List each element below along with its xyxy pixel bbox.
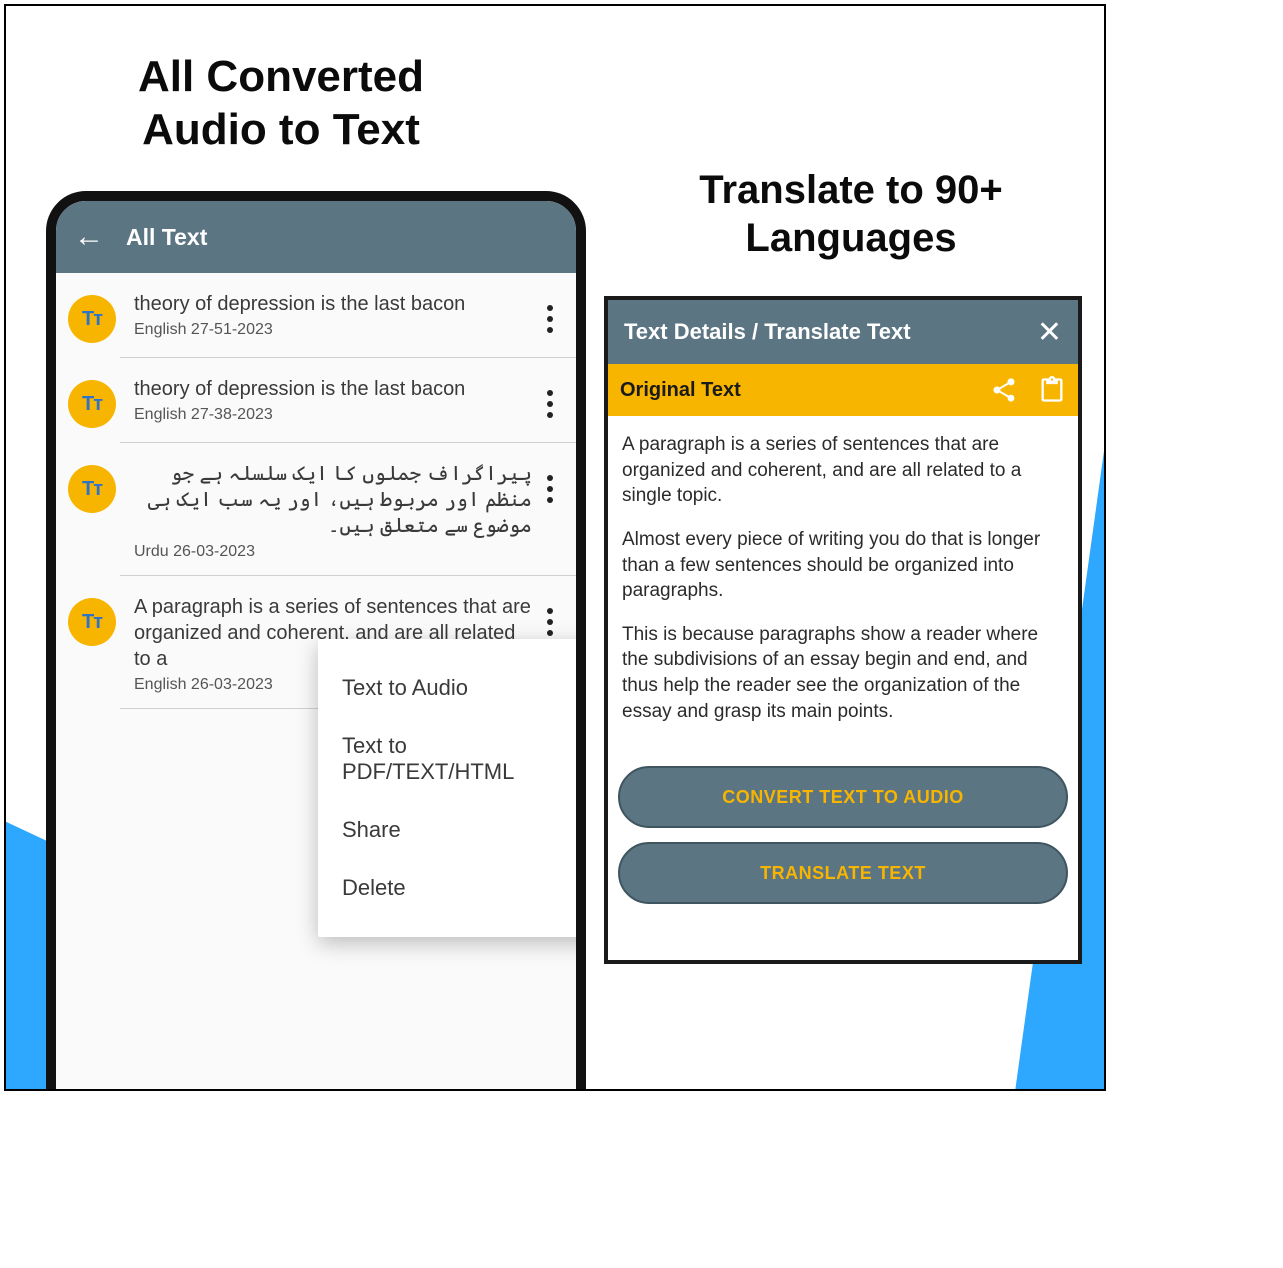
overflow-menu-icon[interactable] xyxy=(540,469,560,509)
paragraph-3: This is because paragraphs show a reader… xyxy=(622,622,1064,725)
heading-left-line1: All Converted xyxy=(138,52,424,101)
list-item-meta: English 27-38-2023 xyxy=(134,406,532,424)
panel-header-title: Text Details / Translate Text xyxy=(624,319,911,345)
text-avatar-icon: Tᴛ xyxy=(68,465,116,513)
back-arrow-icon[interactable]: ← xyxy=(74,222,104,252)
list-item-title: theory of depression is the last bacon xyxy=(134,376,532,402)
overflow-menu-icon[interactable] xyxy=(540,299,560,339)
list-item[interactable]: Tᴛ theory of depression is the last baco… xyxy=(56,358,576,442)
text-avatar-icon: Tᴛ xyxy=(68,380,116,428)
panel-header: Text Details / Translate Text ✕ xyxy=(608,300,1078,364)
heading-left-line2: Audio to Text xyxy=(142,105,420,154)
list-item[interactable]: Tᴛ پیراگراف جملوں کا ایک سلسلہ ہے جو منظ… xyxy=(56,443,576,575)
list-item-title: theory of depression is the last bacon xyxy=(134,291,532,317)
context-menu-popup: Text to Audio Text to PDF/TEXT/HTML Shar… xyxy=(318,639,586,937)
share-icon[interactable] xyxy=(990,376,1018,404)
section-bar: Original Text xyxy=(608,364,1078,416)
overflow-menu-icon[interactable] xyxy=(540,602,560,642)
list-item-texts: theory of depression is the last bacon E… xyxy=(134,291,562,339)
clipboard-icon[interactable] xyxy=(1038,376,1066,404)
menu-item-share[interactable]: Share xyxy=(318,801,586,859)
text-avatar-icon: Tᴛ xyxy=(68,295,116,343)
list-item-meta: Urdu 26-03-2023 xyxy=(134,543,532,561)
convert-text-to-audio-button[interactable]: CONVERT TEXT TO AUDIO xyxy=(618,766,1068,828)
app-bar-title: All Text xyxy=(126,224,207,251)
promo-frame: All Converted Audio to Text Translate to… xyxy=(4,4,1106,1091)
list-item-texts: پیراگراف جملوں کا ایک سلسلہ ہے جو منظم ا… xyxy=(134,461,562,561)
menu-item-delete[interactable]: Delete xyxy=(318,859,586,917)
heading-right-line1: Translate to 90+ xyxy=(699,168,1002,212)
menu-item-text-to-export[interactable]: Text to PDF/TEXT/HTML xyxy=(318,717,586,801)
list-item-texts: theory of depression is the last bacon E… xyxy=(134,376,562,424)
heading-right-line2: Languages xyxy=(745,216,956,260)
list-item-meta: English 27-51-2023 xyxy=(134,321,532,339)
section-action-icons xyxy=(990,376,1066,404)
translate-panel: Text Details / Translate Text ✕ Original… xyxy=(604,296,1082,964)
text-avatar-icon: Tᴛ xyxy=(68,598,116,646)
panel-button-group: CONVERT TEXT TO AUDIO TRANSLATE TEXT xyxy=(608,756,1078,918)
heading-left: All Converted Audio to Text xyxy=(106,51,456,157)
phone-mockup-left: ← All Text Tᴛ theory of depression is th… xyxy=(46,191,586,1091)
menu-item-text-to-audio[interactable]: Text to Audio xyxy=(318,659,586,717)
original-text-body: A paragraph is a series of sentences tha… xyxy=(608,416,1078,756)
paragraph-1: A paragraph is a series of sentences tha… xyxy=(622,432,1064,509)
list-item[interactable]: Tᴛ theory of depression is the last baco… xyxy=(56,273,576,357)
list-item-title: پیراگراف جملوں کا ایک سلسلہ ہے جو منظم ا… xyxy=(134,461,532,539)
paragraph-2: Almost every piece of writing you do tha… xyxy=(622,527,1064,604)
overflow-menu-icon[interactable] xyxy=(540,384,560,424)
translate-text-button[interactable]: TRANSLATE TEXT xyxy=(618,842,1068,904)
app-bar: ← All Text xyxy=(56,201,576,273)
close-icon[interactable]: ✕ xyxy=(1037,315,1062,350)
heading-right: Translate to 90+ Languages xyxy=(636,166,1066,262)
section-label: Original Text xyxy=(620,379,990,402)
